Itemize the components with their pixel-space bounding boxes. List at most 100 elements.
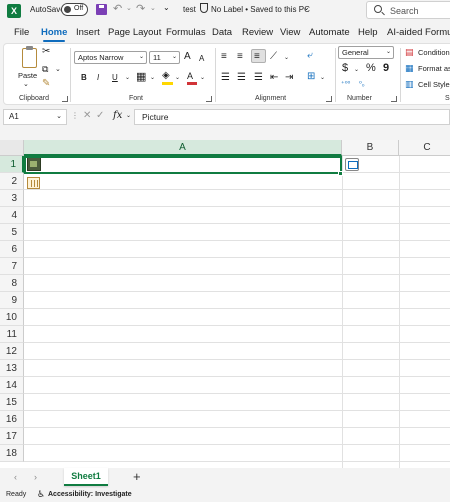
row-header-16[interactable]: 16 [0,411,24,428]
format-as-table-label[interactable]: Format as [418,64,450,73]
row-header-14[interactable]: 14 [0,377,24,394]
picture-in-cell-a2[interactable] [27,177,40,189]
decrease-font-size-icon[interactable]: A [199,54,204,64]
more-options-icon[interactable]: ⋮ [71,111,79,120]
sensitivity-label[interactable]: No Label • Saved to this PC [211,5,310,14]
accessibility-icon[interactable]: ♿ [37,490,45,499]
wrap-text-icon[interactable]: ⤶ [307,51,313,61]
row-header-3[interactable]: 3 [0,190,24,207]
align-center-icon[interactable]: ☰ [237,73,246,83]
row-header-7[interactable]: 7 [0,258,24,275]
row-header-12[interactable]: 12 [0,343,24,360]
align-left-icon[interactable]: ☰ [221,73,230,83]
row-header-1[interactable]: 1 [0,156,24,173]
row-header-10[interactable]: 10 [0,309,24,326]
cancel-icon[interactable]: ✕ [83,110,91,121]
row-header-8[interactable]: 8 [0,275,24,292]
accessibility-status[interactable]: Accessibility: Investigate [48,491,132,498]
conditional-formatting-label[interactable]: Condition [418,48,450,57]
fill-handle[interactable] [338,171,343,176]
previous-sheet-icon[interactable]: ‹ [14,472,17,482]
copy-dropdown-icon[interactable]: ⌄ [55,65,61,75]
row-header-11[interactable]: 11 [0,326,24,343]
tab-help[interactable]: Help [358,27,378,38]
italic-button[interactable]: I [97,73,99,83]
row-header-18[interactable]: 18 [0,445,24,462]
row-header-6[interactable]: 6 [0,241,24,258]
tab-ai-aided-formula[interactable]: AI-aided Formula [387,27,450,38]
copy-icon[interactable]: ⧉ [42,64,48,74]
save-icon[interactable] [96,4,107,15]
tab-formulas[interactable]: Formulas [166,27,206,38]
paste-icon[interactable] [22,48,37,68]
font-size-combo[interactable]: 11 ⌄ [149,51,180,64]
underline-button[interactable]: U [112,73,118,83]
undo-dropdown-icon[interactable]: ⌄ [126,4,132,12]
merge-dropdown-icon[interactable]: ⌄ [320,73,325,83]
row-header-15[interactable]: 15 [0,394,24,411]
align-right-icon[interactable]: ☰ [254,73,263,83]
name-box[interactable]: A1 ⌄ [3,109,67,125]
chevron-down-icon[interactable]: ⌄ [303,3,310,12]
column-header-b[interactable]: B [342,140,399,156]
enter-icon[interactable]: ✓ [96,110,104,121]
insert-function-icon[interactable]: fx [113,110,122,121]
tab-page-layout[interactable]: Page Layout [108,27,161,38]
sheet-tab-sheet1[interactable]: Sheet1 [64,468,108,486]
row-header-2[interactable]: 2 [0,173,24,190]
paste-dropdown-icon[interactable]: ⌄ [23,80,29,90]
row-header-17[interactable]: 17 [0,428,24,445]
formula-dropdown-icon[interactable]: ⌄ [126,112,131,119]
font-launcher-icon[interactable] [206,96,212,102]
align-middle-icon[interactable]: ≡ [237,52,243,62]
increase-font-size-icon[interactable]: A [184,52,191,62]
decrease-decimal-icon[interactable]: ⁰₀ [359,80,365,90]
row-header-5[interactable]: 5 [0,224,24,241]
search-box[interactable]: Search [366,1,450,19]
tab-review[interactable]: Review [242,27,273,38]
undo-icon[interactable]: ↶ [113,2,122,15]
font-color-dropdown-icon[interactable]: ⌄ [200,73,205,83]
autosave-toggle[interactable]: Off [61,3,88,16]
font-color-icon[interactable]: A [187,71,193,81]
customize-qat-icon[interactable]: ⌄ [163,3,170,12]
tab-data[interactable]: Data [212,27,232,38]
tab-home[interactable]: Home [41,27,67,38]
merge-center-icon[interactable]: ⊞ [307,72,315,82]
number-format-combo[interactable]: General ⌄ [338,46,394,59]
borders-icon[interactable]: ▦ [136,72,146,83]
cut-icon[interactable]: ✂ [42,47,50,57]
percent-icon[interactable]: % [366,63,376,74]
increase-indent-icon[interactable]: ⇥ [285,73,293,83]
conditional-formatting-icon[interactable]: ▤ [405,47,414,57]
document-name[interactable]: test [183,5,196,14]
column-header-a[interactable]: A [24,140,342,156]
cell-styles-label[interactable]: Cell Styles [418,80,450,89]
formula-input[interactable]: Picture [134,109,450,125]
format-painter-icon[interactable]: ✎ [42,79,50,89]
bold-button[interactable]: B [81,73,87,83]
orientation-icon[interactable]: ⟋ [270,52,277,62]
currency-icon[interactable]: $ [342,63,348,74]
orientation-dropdown-icon[interactable]: ⌄ [284,53,289,63]
decrease-indent-icon[interactable]: ⇤ [270,73,278,83]
redo-dropdown-icon[interactable]: ⌄ [150,4,156,12]
comma-style-icon[interactable]: 9 [383,63,389,74]
font-name-combo[interactable]: Aptos Narrow ⌄ [74,51,147,64]
tab-automate[interactable]: Automate [309,27,350,38]
number-launcher-icon[interactable] [391,96,397,102]
cell-styles-icon[interactable]: ▥ [405,79,414,89]
format-as-table-icon[interactable]: ▦ [405,63,414,73]
tab-insert[interactable]: Insert [76,27,100,38]
row-header-9[interactable]: 9 [0,292,24,309]
clipboard-launcher-icon[interactable] [62,96,68,102]
row-header-4[interactable]: 4 [0,207,24,224]
redo-icon[interactable]: ↷ [136,2,145,15]
row-header-13[interactable]: 13 [0,360,24,377]
fill-color-icon[interactable]: ◈ [162,71,170,81]
alignment-launcher-icon[interactable] [326,96,332,102]
tab-view[interactable]: View [280,27,300,38]
next-sheet-icon[interactable]: › [34,472,37,482]
currency-dropdown-icon[interactable]: ⌄ [354,65,359,75]
picture-insert-icon[interactable] [345,158,359,171]
